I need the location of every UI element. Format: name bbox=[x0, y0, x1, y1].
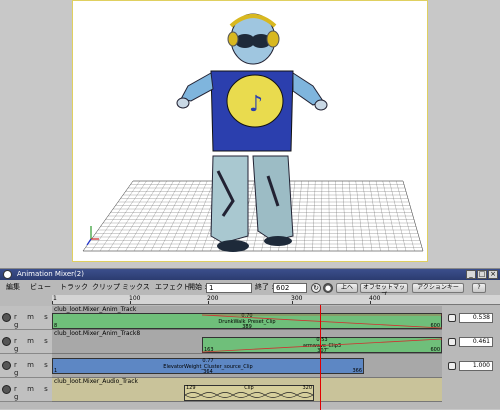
mixer-track: r m s g club_loot.Mixer_Anim_Track8 0.53… bbox=[0, 330, 500, 354]
mixer-menubar: 編集 ビュー トラック クリップ ミックス エフェクト 開始 : 1 終了 : … bbox=[0, 281, 500, 299]
start-frame-field[interactable]: 1 bbox=[206, 283, 252, 293]
axis-gizmo bbox=[86, 226, 99, 246]
end-frame-field[interactable]: 602 bbox=[273, 283, 307, 293]
mixer-track: r m s g club_loot.Mixer_Audio_Track 129 … bbox=[0, 378, 500, 402]
audio-track-icon bbox=[2, 385, 11, 394]
maximize-button[interactable]: □ bbox=[477, 270, 487, 279]
mixer-titlebar: Animation Mixer(2) _ □ × bbox=[0, 269, 500, 280]
track-rmsg-toggles[interactable]: r m s g bbox=[14, 313, 52, 329]
track-weight-value[interactable]: 0.538 bbox=[459, 313, 493, 323]
animation-clip[interactable]: 0.77 ElevatorWeight_Cluster_source_Clip … bbox=[52, 358, 364, 375]
start-label: 開始 : bbox=[188, 283, 207, 291]
viewport-area: ♪ bbox=[0, 0, 500, 268]
track-weight-value[interactable]: 0.461 bbox=[459, 337, 493, 347]
ruler-tick bbox=[130, 301, 131, 304]
track-rmsg-toggles[interactable]: r m s g bbox=[14, 337, 52, 353]
playhead-line[interactable] bbox=[320, 305, 321, 410]
menu-effect[interactable]: エフェクト bbox=[155, 281, 190, 294]
svg-text:♪: ♪ bbox=[249, 92, 263, 117]
ruler-tick bbox=[292, 301, 293, 304]
menu-clip[interactable]: クリップ bbox=[92, 281, 120, 294]
weight-curve-icon[interactable] bbox=[448, 338, 456, 346]
mixer-track: r m s g club_loot.Mixer_Anim_Track 0.70 … bbox=[0, 306, 500, 330]
track-weight-value[interactable]: 1.000 bbox=[459, 361, 493, 371]
track-header: r m s g bbox=[0, 354, 52, 378]
track-name: club_loot.Mixer_Audio_Track bbox=[54, 378, 138, 385]
up-button[interactable]: 上へ bbox=[336, 283, 358, 293]
audio-waveform bbox=[185, 392, 313, 398]
audio-clip[interactable]: 129 Clip 320 bbox=[184, 385, 314, 401]
ruler-tick bbox=[208, 301, 209, 304]
scene-render: ♪ bbox=[82, 13, 424, 252]
help-button[interactable]: ? bbox=[472, 283, 486, 293]
menu-track[interactable]: トラック bbox=[60, 281, 88, 294]
track-header: r m s g bbox=[0, 378, 52, 402]
window-icon bbox=[3, 270, 12, 279]
track-rmsg-toggles[interactable]: r m s g bbox=[14, 361, 52, 377]
animation-mixer-panel: Animation Mixer(2) _ □ × 編集 ビュー トラック クリッ… bbox=[0, 268, 500, 410]
track-header: r m s g bbox=[0, 330, 52, 354]
record-icon[interactable]: ● bbox=[323, 283, 333, 293]
weight-curve-icon[interactable] bbox=[448, 362, 456, 370]
ruler-tick bbox=[370, 301, 371, 304]
timeline-ruler[interactable]: 1 100 200 300 400 bbox=[52, 295, 500, 305]
weight-curve bbox=[201, 338, 442, 353]
action-key-button[interactable]: アクションキー bbox=[412, 283, 464, 293]
refresh-icon[interactable]: ↻ bbox=[311, 283, 321, 293]
track-rmsg-toggles[interactable]: r m s g bbox=[14, 385, 52, 401]
minimize-button[interactable]: _ bbox=[466, 270, 476, 279]
menu-view[interactable]: ビュー bbox=[30, 281, 51, 294]
track-header: r m s g bbox=[0, 306, 52, 330]
window-controls: _ □ × bbox=[466, 270, 498, 279]
clip-frame-label: 364 bbox=[203, 369, 213, 375]
track-weight: 0.538 bbox=[444, 311, 500, 325]
close-button[interactable]: × bbox=[488, 270, 498, 279]
track-lane[interactable]: club_loot.Mixer_Anim_Track 0.70 DrunkWal… bbox=[52, 306, 442, 330]
3d-viewport[interactable]: ♪ bbox=[72, 0, 428, 262]
track-type-icon bbox=[2, 337, 11, 346]
track-weight: 1.000 bbox=[444, 359, 500, 373]
ruler-tick-label: 1 bbox=[53, 295, 57, 302]
track-type-icon bbox=[2, 361, 11, 370]
track-lane[interactable]: club_loot.Mixer_Audio_Track 129 Clip 320 bbox=[52, 378, 442, 402]
track-weight: 0.461 bbox=[444, 335, 500, 349]
track-lane[interactable]: 0.77 ElevatorWeight_Cluster_source_Clip … bbox=[52, 354, 442, 378]
window-title: Animation Mixer(2) bbox=[17, 270, 84, 278]
ruler-tick bbox=[52, 301, 53, 304]
menu-edit[interactable]: 編集 bbox=[6, 281, 20, 294]
offset-map-button[interactable]: オフセットマップ bbox=[360, 283, 408, 299]
clip-end-frame: 366 bbox=[352, 368, 362, 374]
menu-mix[interactable]: ミックス bbox=[122, 281, 150, 294]
weight-curve-icon[interactable] bbox=[448, 314, 456, 322]
track-lane[interactable]: club_loot.Mixer_Anim_Track8 0.53 armwave… bbox=[52, 330, 442, 354]
track-type-icon bbox=[2, 313, 11, 322]
mixer-track: r m s g 0.77 ElevatorWeight_Cluster_sour… bbox=[0, 354, 500, 378]
end-label: 終了 : bbox=[255, 283, 274, 291]
weight-curve bbox=[201, 314, 442, 329]
clip-start-frame: 1 bbox=[54, 368, 58, 374]
